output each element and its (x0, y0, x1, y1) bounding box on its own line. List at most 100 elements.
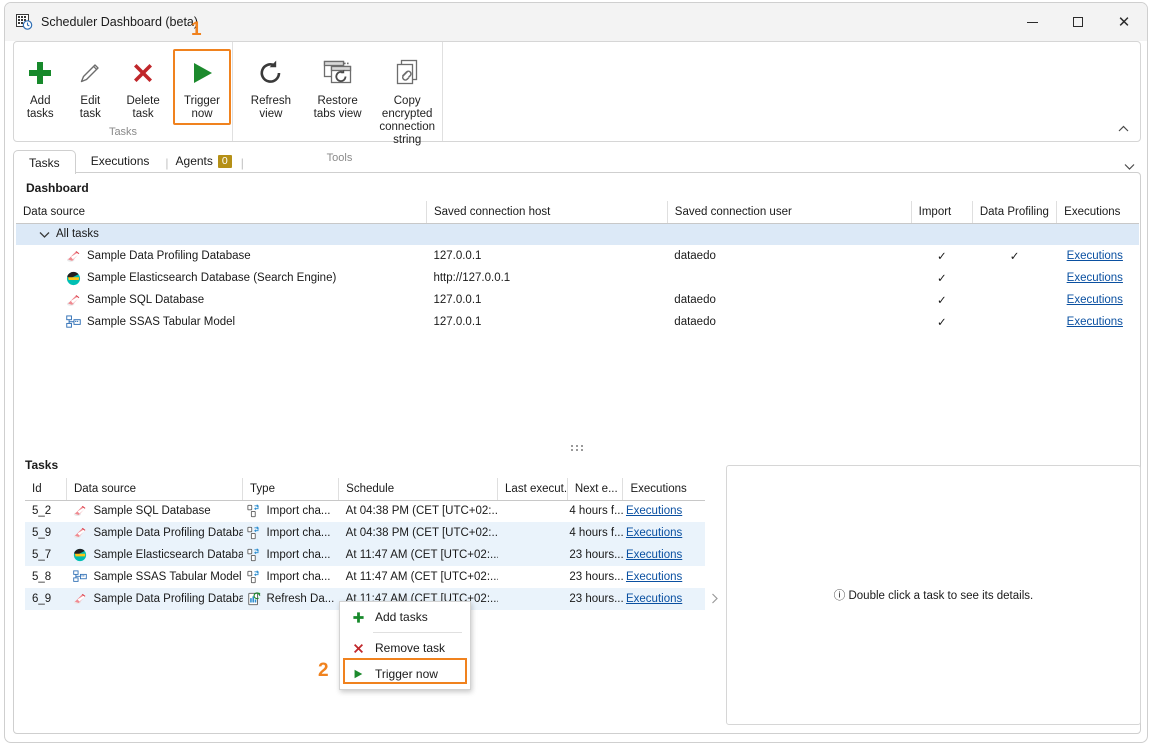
tasks-header-row: Id Data source Type Schedule Last execut… (25, 478, 705, 501)
dashboard-cell-data-source: Sample Data Profiling Database (16, 245, 426, 267)
chevron-down-icon[interactable] (39, 231, 50, 238)
copy-link-icon (392, 55, 422, 91)
executions-link[interactable]: Executions (626, 527, 682, 539)
executions-link[interactable]: Executions (1067, 272, 1123, 284)
tab-tasks[interactable]: Tasks (13, 150, 76, 174)
tasks-cell-data-source: Sample Data Profiling Database (66, 588, 243, 610)
ribbon-collapse-button[interactable] (1112, 118, 1134, 138)
play-icon (188, 55, 216, 91)
dashboard-data-source-label: Sample Elasticsearch Database (Search En… (87, 272, 337, 284)
annotation-1: 1 (191, 19, 202, 40)
dashboard-cell-user: dataedo (674, 250, 716, 262)
ribbon-group-tasks: Add tasks Edit task Delete task Trigger … (14, 42, 233, 141)
executions-link[interactable]: Executions (1067, 316, 1123, 328)
dashboard-col-host[interactable]: Saved connection host (426, 201, 668, 224)
tab-label-tasks: Tasks (29, 155, 60, 170)
executions-link[interactable]: Executions (1067, 294, 1123, 306)
import-changes-icon (246, 570, 261, 584)
tasks-cell-schedule: At 04:38 PM (CET [UTC+02:... (345, 505, 498, 518)
table-row[interactable]: 5_8 Sample SSAS Tabular Model Import cha… (25, 566, 705, 588)
ribbon-button-restore-tabs-view[interactable]: Restore tabs view (304, 49, 372, 125)
executions-link[interactable]: Executions (1067, 250, 1123, 262)
content-panel: Dashboard Data source Saved connection h… (13, 172, 1141, 734)
executions-link[interactable]: Executions (626, 505, 682, 517)
dashboard-cell-data-profiling (972, 289, 1056, 311)
tab-agents[interactable]: Agents 0 (170, 149, 240, 173)
table-row[interactable]: 5_7 Sample Elasticsearch Datab Import ch… (25, 544, 705, 566)
table-row[interactable]: Sample Data Profiling Database 127.0.0.1… (16, 245, 1139, 267)
dashboard-col-import[interactable]: Import (911, 201, 973, 224)
tasks-col-executions[interactable]: Executions (622, 478, 705, 501)
context-menu-item-add-tasks[interactable]: Add tasks (340, 604, 470, 630)
context-menu-item-trigger-now[interactable]: Trigger now (340, 661, 470, 687)
tasks-cell-id: 5_8 (32, 571, 52, 583)
tasks-col-next-execution[interactable]: Next e... (567, 478, 624, 501)
tasks-col-type[interactable]: Type (242, 478, 340, 501)
tab-executions[interactable]: Executions (76, 149, 165, 173)
executions-link[interactable]: Executions (626, 593, 682, 605)
dashboard-data-source-label: Sample SSAS Tabular Model (87, 316, 236, 328)
dashboard-col-data-profiling[interactable]: Data Profiling (972, 201, 1058, 224)
tasks-type-label: Refresh Da... (266, 593, 335, 605)
play-icon (348, 668, 368, 680)
ribbon-label-edit-task: Edit task (79, 95, 101, 120)
tasks-col-schedule[interactable]: Schedule (338, 478, 499, 501)
minimize-button[interactable] (1009, 3, 1055, 41)
tasks-col-id[interactable]: Id (25, 478, 67, 501)
executions-link[interactable]: Executions (626, 549, 682, 561)
table-row[interactable]: Sample Elasticsearch Database (Search En… (16, 267, 1139, 289)
ribbon-button-refresh-view[interactable]: Refresh view (240, 49, 302, 125)
tasks-type-label: Import cha... (266, 527, 331, 539)
table-row[interactable]: Sample SQL Database 127.0.0.1 dataedo ✓ … (16, 289, 1139, 311)
close-button[interactable]: ✕ (1101, 3, 1147, 41)
dashboard-cell-data-profiling (972, 267, 1056, 289)
table-row[interactable]: 5_2 Sample SQL Database Import cha... At… (25, 500, 705, 522)
chevron-up-icon (1118, 125, 1128, 131)
dashboard-group-row[interactable]: All tasks (16, 223, 1139, 245)
cross-icon (130, 55, 156, 91)
tasks-cell-type: Import cha... (243, 522, 339, 544)
tasks-data-source-label: Sample SQL Database (93, 505, 211, 518)
refresh-data-icon (247, 592, 261, 606)
dashboard-col-data-source[interactable]: Data source (16, 201, 427, 224)
dashboard-cell-data-source: Sample SQL Database (16, 289, 426, 311)
context-menu-label-remove-task: Remove task (375, 641, 446, 655)
window-controls: ✕ (1009, 3, 1147, 41)
tasks-col-data-source[interactable]: Data source (66, 478, 244, 501)
vertical-splitter[interactable] (707, 473, 721, 723)
executions-link[interactable]: Executions (626, 571, 682, 583)
maximize-button[interactable] (1055, 3, 1101, 41)
dashboard-cell-executions: Executions (1057, 289, 1139, 311)
minimize-icon (1026, 21, 1038, 23)
ribbon-label-refresh-view: Refresh view (250, 95, 292, 120)
tasks-section: Tasks Id Data source Type Schedule Last … (25, 456, 705, 610)
dashboard-data-source-label: Sample SQL Database (87, 294, 205, 306)
dashboard-cell-data-profiling: ✓ (1009, 249, 1020, 263)
dashboard-cell-user: dataedo (674, 294, 716, 306)
dashboard-cell-host: 127.0.0.1 (433, 316, 482, 328)
tasks-title: Tasks (25, 458, 59, 472)
tasks-cell-next-execution: 4 hours f... (569, 527, 623, 539)
import-changes-icon (246, 526, 261, 540)
tabstrip-expand-button[interactable] (1124, 163, 1135, 170)
tasks-cell-last-execution (498, 588, 568, 610)
horizontal-splitter[interactable] (15, 441, 1140, 455)
tasks-col-last-execution[interactable]: Last execut... (497, 478, 568, 501)
ribbon-label-copy-connection-string: Copy encrypted connection string (379, 95, 435, 146)
ribbon-button-add-tasks[interactable]: Add tasks (15, 49, 66, 125)
tasks-cell-schedule: At 04:38 PM (CET [UTC+02:... (345, 527, 498, 539)
ribbon-button-delete-task[interactable]: Delete task (115, 49, 171, 125)
ribbon-button-copy-connection-string[interactable]: Copy encrypted connection string (373, 49, 441, 151)
tasks-title-row: Tasks (25, 456, 705, 474)
ribbon-button-trigger-now[interactable]: Trigger now (173, 49, 232, 125)
tasks-cell-schedule: At 11:47 AM (CET [UTC+02:... (345, 549, 498, 561)
tab-divider-2: | (240, 156, 244, 170)
dashboard-col-executions[interactable]: Executions (1056, 201, 1139, 224)
table-row[interactable]: 5_9 Sample Data Profiling Database Impor… (25, 522, 705, 544)
plus-icon (26, 55, 54, 91)
table-row[interactable]: Sample SSAS Tabular Model 127.0.0.1 data… (16, 311, 1139, 333)
ribbon-button-edit-task[interactable]: Edit task (68, 49, 114, 125)
cross-icon (348, 642, 368, 655)
dashboard-col-user[interactable]: Saved connection user (667, 201, 912, 224)
context-menu-item-remove-task[interactable]: Remove task (340, 635, 470, 661)
